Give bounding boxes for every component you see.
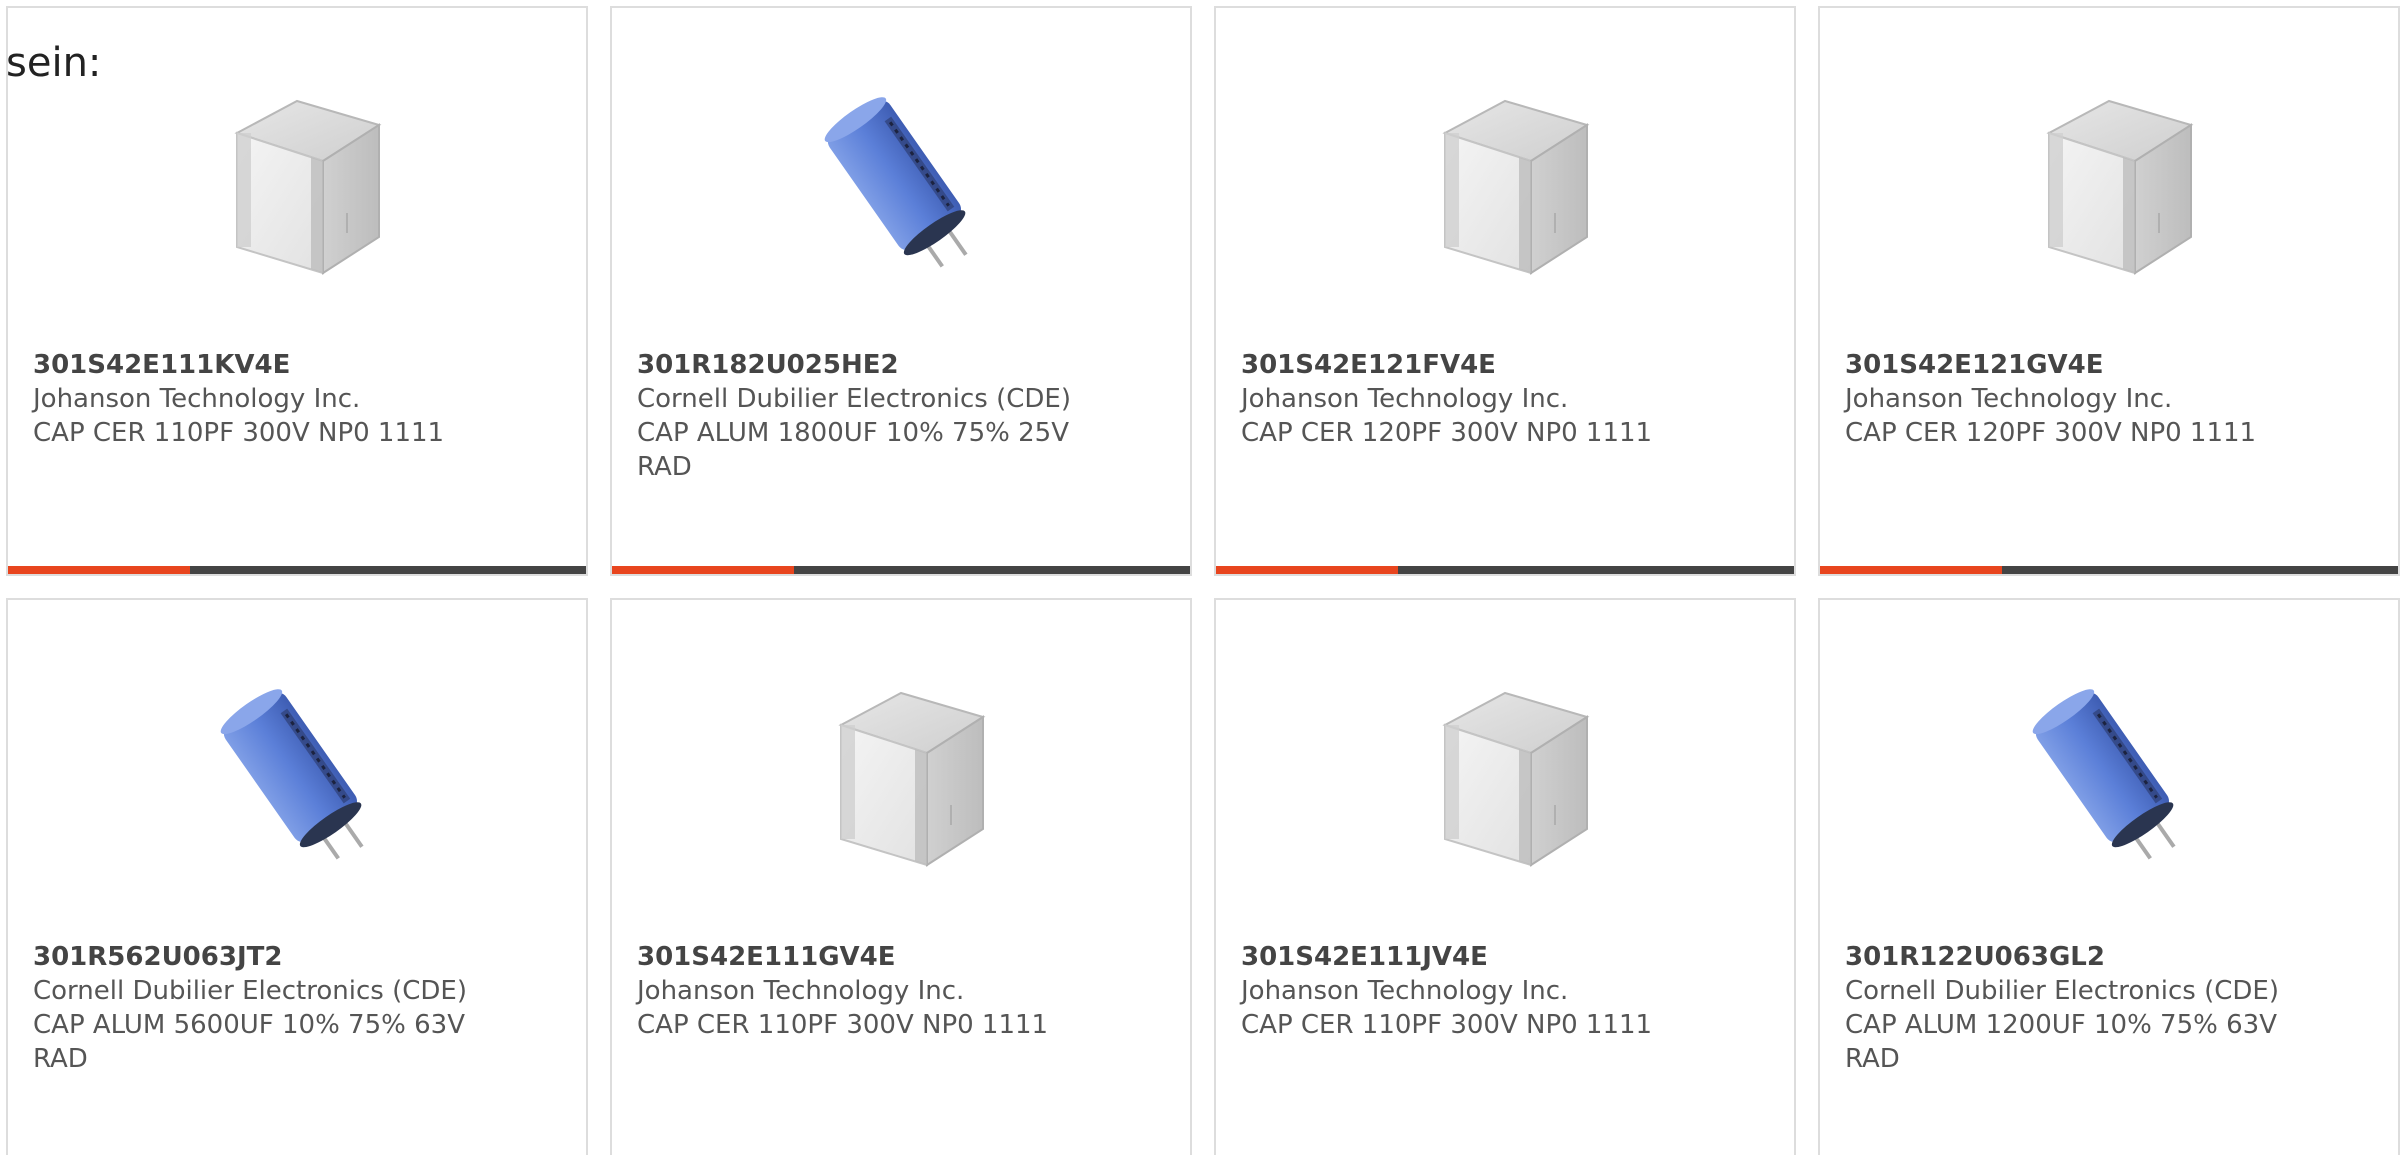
part-number[interactable]: 301R182U025HE2: [637, 348, 1170, 382]
product-card[interactable]: 301S42E121FV4E Johanson Technology Inc. …: [1214, 6, 1796, 576]
part-number[interactable]: 301S42E121FV4E: [1241, 348, 1774, 382]
card-accent-bar: [8, 566, 190, 574]
product-grid-page: sein: 301S42E111KV4E Johanson Technology…: [0, 0, 2400, 1155]
product-card[interactable]: 301R562U063JT2 Cornell Dubilier Electron…: [6, 598, 588, 1155]
description: CAP ALUM 1800UF 10% 75% 25V RAD: [637, 418, 1069, 482]
product-card[interactable]: 301S42E111JV4E Johanson Technology Inc. …: [1214, 598, 1796, 1155]
card-bottom-bar: [1820, 566, 2398, 574]
manufacturer: Cornell Dubilier Electronics (CDE): [637, 384, 1071, 414]
manufacturer: Johanson Technology Inc.: [1241, 976, 1569, 1006]
manufacturer: Cornell Dubilier Electronics (CDE): [1845, 976, 2279, 1006]
product-grid: 301S42E111KV4E Johanson Technology Inc. …: [6, 6, 2400, 1155]
electrolytic-capacitor-icon: [197, 675, 397, 875]
card-bottom-bar: [1216, 566, 1794, 574]
card-accent-bar: [1216, 566, 1398, 574]
part-number[interactable]: 301R122U063GL2: [1845, 940, 2378, 974]
manufacturer: Johanson Technology Inc.: [1241, 384, 1569, 414]
part-number[interactable]: 301S42E111GV4E: [637, 940, 1170, 974]
description: CAP CER 110PF 300V NP0 1111: [33, 418, 445, 448]
manufacturer: Johanson Technology Inc.: [637, 976, 965, 1006]
description: CAP ALUM 5600UF 10% 75% 63V RAD: [33, 1010, 465, 1074]
ceramic-capacitor-icon: [1405, 83, 1605, 283]
ceramic-capacitor-icon: [2009, 83, 2209, 283]
description: CAP CER 120PF 300V NP0 1111: [1845, 418, 2257, 448]
product-image: [1216, 78, 1794, 288]
description: CAP CER 110PF 300V NP0 1111: [1241, 1010, 1653, 1040]
product-image: [1820, 78, 2398, 288]
part-number[interactable]: 301S42E111JV4E: [1241, 940, 1774, 974]
product-image: [8, 670, 586, 880]
page-label: sein:: [6, 40, 102, 86]
electrolytic-capacitor-icon: [2009, 675, 2209, 875]
ceramic-capacitor-icon: [197, 83, 397, 283]
product-card[interactable]: 301S42E111GV4E Johanson Technology Inc. …: [610, 598, 1192, 1155]
manufacturer: Johanson Technology Inc.: [1845, 384, 2173, 414]
product-card[interactable]: 301R122U063GL2 Cornell Dubilier Electron…: [1818, 598, 2400, 1155]
part-number[interactable]: 301S42E121GV4E: [1845, 348, 2378, 382]
product-card[interactable]: 301R182U025HE2 Cornell Dubilier Electron…: [610, 6, 1192, 576]
product-image: [8, 78, 586, 288]
part-number[interactable]: 301S42E111KV4E: [33, 348, 566, 382]
ceramic-capacitor-icon: [801, 675, 1001, 875]
part-number[interactable]: 301R562U063JT2: [33, 940, 566, 974]
card-bottom-bar: [8, 566, 586, 574]
product-card[interactable]: 301S42E121GV4E Johanson Technology Inc. …: [1818, 6, 2400, 576]
electrolytic-capacitor-icon: [801, 83, 1001, 283]
manufacturer: Johanson Technology Inc.: [33, 384, 361, 414]
card-bottom-bar: [612, 566, 1190, 574]
ceramic-capacitor-icon: [1405, 675, 1605, 875]
product-image: [612, 670, 1190, 880]
card-accent-bar: [1820, 566, 2002, 574]
description: CAP ALUM 1200UF 10% 75% 63V RAD: [1845, 1010, 2277, 1074]
product-image: [612, 78, 1190, 288]
manufacturer: Cornell Dubilier Electronics (CDE): [33, 976, 467, 1006]
product-image: [1216, 670, 1794, 880]
card-accent-bar: [612, 566, 794, 574]
description: CAP CER 120PF 300V NP0 1111: [1241, 418, 1653, 448]
description: CAP CER 110PF 300V NP0 1111: [637, 1010, 1049, 1040]
product-image: [1820, 670, 2398, 880]
